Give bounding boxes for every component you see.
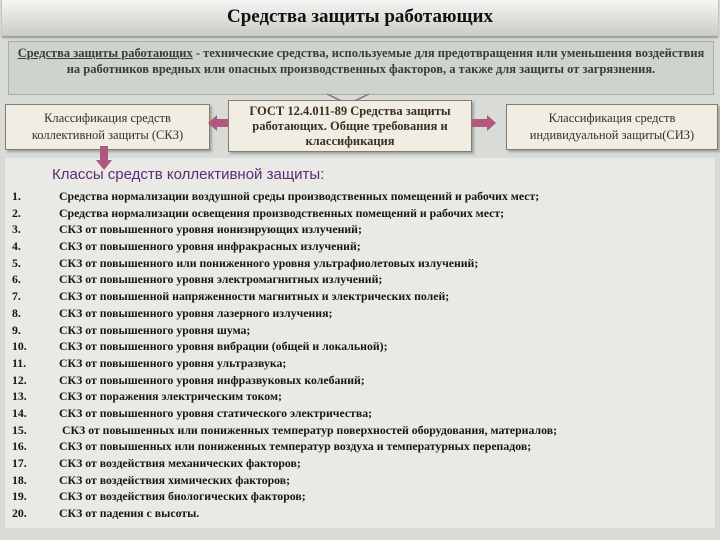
item-text: СКЗ от воздействия химических факторов;: [59, 472, 291, 487]
item-number: 20.: [12, 506, 27, 521]
item-number: 10.: [12, 339, 27, 354]
list-item: 18. СКЗ от воздействия химических факторо…: [12, 472, 712, 489]
gost-standard-box: ГОСТ 12.4.011-89 Средства защиты работаю…: [228, 100, 472, 152]
list-item: 10. СКЗ от повышенного уровня вибрации (о…: [12, 338, 712, 355]
item-number: 11.: [12, 355, 27, 370]
item-text: СКЗ от поражения электрическим током;: [59, 389, 282, 404]
list-item: 8. СКЗ от повышенного уровня лазерного из…: [12, 305, 712, 322]
list-heading: Классы средств коллективной защиты:: [52, 166, 325, 183]
item-text: СКЗ от повышенных или пониженных темпера…: [59, 439, 532, 454]
definition-term: Средства защиты работающих: [17, 46, 193, 60]
list-item: 6. СКЗ от повышенного уровня электромагни…: [12, 271, 712, 288]
item-text: СКЗ от повышенного уровня ионизирующих и…: [59, 222, 362, 237]
item-number: 6.: [12, 272, 21, 287]
item-text: СКЗ от повышенного уровня инфракрасных и…: [59, 239, 361, 254]
definition-text: Средства защиты работающих - технические…: [9, 42, 713, 77]
list-item: 5. СКЗ от повышенного или пониженного уро…: [12, 255, 712, 272]
page-title: Средства защиты работающих: [226, 6, 494, 27]
item-number: 13.: [12, 389, 27, 404]
item-number: 1.: [12, 189, 21, 203]
item-number: 7.: [12, 289, 21, 304]
definition-box: Средства защиты работающих - технические…: [8, 41, 714, 95]
item-number: 5.: [12, 255, 21, 270]
list-item: 7. СКЗ от повышенной напряженности магнит…: [12, 288, 712, 305]
item-text: СКЗ от падения с высоты.: [59, 506, 200, 521]
item-number: 4.: [12, 239, 21, 254]
item-text: СКЗ от повышенного или пониженного уровн…: [59, 255, 479, 270]
item-text: СКЗ от воздействия механических факторов…: [59, 456, 301, 470]
title-bar: Средства защиты работающих: [2, 0, 718, 37]
list-item: 4. СКЗ от повышенного уровня инфракрасных…: [12, 238, 712, 255]
list-item: 15. СКЗ от повышенных или пониженных тем…: [12, 422, 712, 439]
item-text: СКЗ от повышенного уровня электромагнитн…: [59, 272, 383, 287]
item-number: 3.: [12, 222, 21, 237]
item-number: 12.: [12, 372, 27, 387]
list-item: 13. СКЗ от поражения электрическим током;: [12, 388, 712, 405]
list-item: 2. Средства нормализации освещения произв…: [12, 205, 712, 222]
list-item: 17. СКЗ от воздействия механических факто…: [12, 455, 712, 472]
skz-classes-list: 1. Средства нормализации воздушной среды …: [12, 188, 712, 522]
item-text: СКЗ от повышенного уровня лазерного излу…: [59, 305, 333, 320]
item-number: 8.: [12, 305, 21, 320]
item-text: СКЗ от повышенного уровня шума;: [59, 322, 251, 337]
item-text: Средства нормализации освещения производ…: [59, 205, 505, 220]
list-item: 11. СКЗ от повышенного уровня ультразвука…: [12, 355, 712, 372]
item-number: 17.: [12, 456, 27, 470]
list-item: 12. СКЗ от повышенного уровня инфразвуков…: [12, 372, 712, 389]
item-text: Средства нормализации воздушной среды пр…: [59, 189, 540, 203]
item-number: 2.: [12, 205, 21, 220]
gost-standard-label: ГОСТ 12.4.011-89 Средства защиты работаю…: [249, 104, 451, 148]
right-arrow-icon: [472, 115, 496, 131]
list-item: 3. СКЗ от повышенного уровня ионизирующих…: [12, 221, 712, 238]
item-text: СКЗ от повышенного уровня статического э…: [59, 405, 373, 420]
list-item: 20. СКЗ от падения с высоты.: [12, 505, 712, 522]
skz-classification-label: Классификация средств коллективной защит…: [31, 111, 184, 142]
item-text: СКЗ от повышенного уровня инфразвуковых …: [59, 372, 365, 387]
list-item: 9. СКЗ от повышенного уровня шума;: [12, 322, 712, 339]
item-text: СКЗ от повышенного уровня вибрации (обще…: [59, 339, 388, 354]
siz-classification-box: Классификация средств индивидуальной защ…: [506, 104, 718, 150]
list-item: 19. СКЗ от воздействия биологических факт…: [12, 488, 712, 505]
item-text: СКЗ от повышенного уровня ультразвука;: [59, 355, 287, 370]
siz-classification-label: Классификация средств индивидуальной защ…: [529, 111, 695, 142]
item-number: 14.: [12, 405, 27, 420]
item-number: 15.: [12, 422, 27, 437]
item-number: 19.: [12, 489, 27, 504]
item-text: СКЗ от повышенных или пониженных темпера…: [59, 422, 558, 437]
item-text: СКЗ от повышенной напряженности магнитны…: [59, 289, 450, 304]
item-number: 18.: [12, 472, 27, 487]
left-arrow-icon: [208, 115, 230, 131]
list-item: 14. СКЗ от повышенного уровня статическог…: [12, 405, 712, 422]
item-text: СКЗ от воздействия биологических факторо…: [59, 489, 306, 504]
item-number: 16.: [12, 439, 27, 454]
list-item: 16. СКЗ от повышенных или пониженных темп…: [12, 438, 712, 455]
list-item: 1. Средства нормализации воздушной среды …: [12, 188, 712, 205]
skz-classification-box: Классификация средств коллективной защит…: [5, 104, 210, 150]
item-number: 9.: [12, 322, 21, 337]
